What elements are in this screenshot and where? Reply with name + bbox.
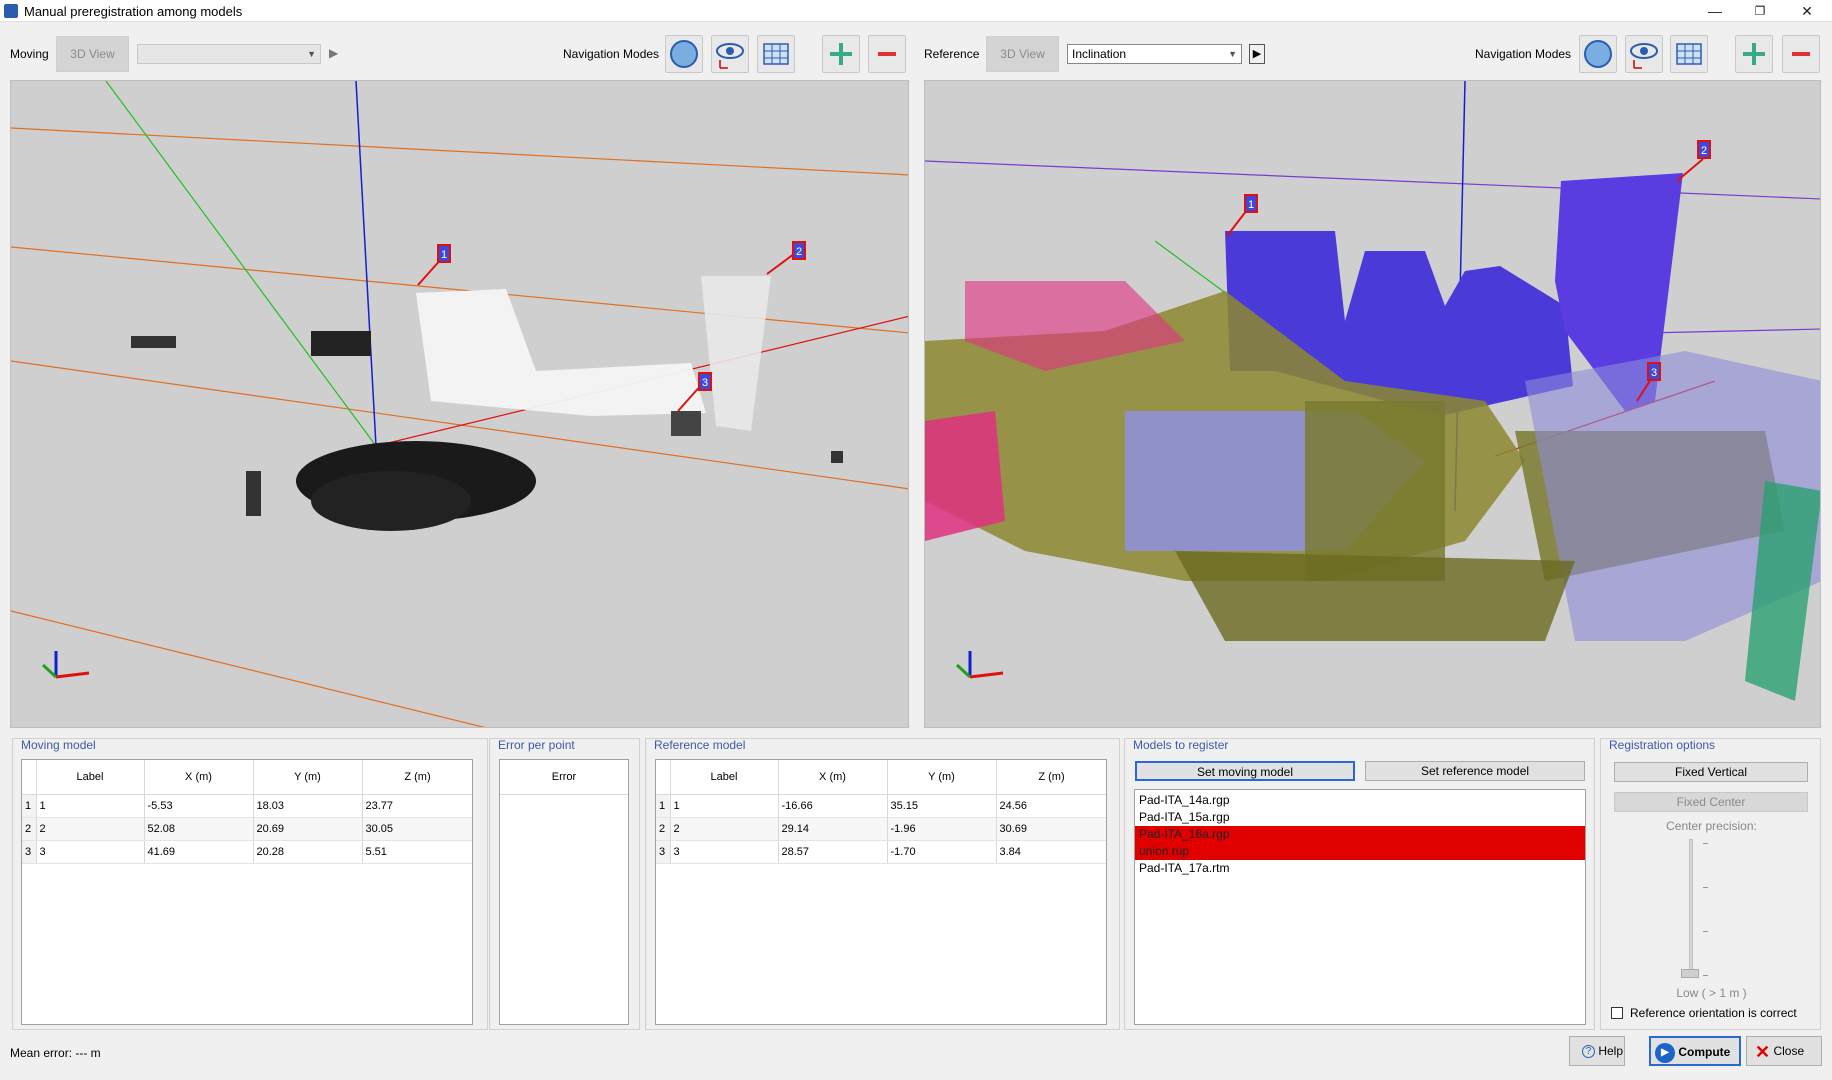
moving-add-point-button[interactable] [822, 35, 860, 73]
list-item[interactable]: union.rup [1135, 843, 1585, 860]
list-item[interactable]: Pad-ITA_15a.rgp [1135, 809, 1585, 826]
table-row[interactable]: 2 2 52.08 20.69 30.05 [22, 817, 472, 841]
col-z[interactable]: Z (m) [362, 760, 472, 795]
play-circle-icon: ▶ [1655, 1042, 1675, 1063]
moving-point-cloud: 1 2 3 [11, 81, 908, 727]
col-x[interactable]: X (m) [778, 760, 888, 795]
error-per-point-group: Error per point Error [489, 738, 640, 1030]
sphere-icon [1584, 40, 1612, 68]
table-row[interactable]: 1 1 -16.66 35.15 24.56 [656, 794, 1106, 818]
moving-3d-viewport[interactable]: 1 2 3 [10, 80, 909, 728]
moving-3d-view-button[interactable]: 3D View [56, 36, 129, 72]
close-window-button[interactable]: ✕ [1792, 2, 1822, 20]
moving-nav-label: Navigation Modes [563, 47, 660, 61]
list-item[interactable]: Pad-ITA_16a.rgp [1135, 826, 1585, 843]
reference-orientation-label: Reference orientation is correct [1630, 1006, 1797, 1020]
slider-handle[interactable] [1681, 969, 1699, 978]
error-table[interactable]: Error [499, 759, 629, 1025]
moving-model-group: Moving model Label X (m) Y (m) Z (m) 11-… [12, 738, 488, 1030]
center-precision-slider[interactable] [1689, 839, 1693, 975]
reference-color-dropdown[interactable]: Inclination ▼ [1067, 44, 1242, 64]
orbit-mode-button[interactable] [665, 35, 703, 73]
models-list[interactable]: Pad-ITA_14a.rgp Pad-ITA_15a.rgp Pad-ITA_… [1134, 789, 1586, 1025]
registration-options-group: Registration options Fixed Vertical Fixe… [1600, 738, 1821, 1030]
reference-label: Reference [924, 47, 980, 61]
list-item[interactable]: Pad-ITA_14a.rgp [1135, 792, 1585, 809]
chevron-down-icon: ▼ [1228, 49, 1237, 59]
center-precision-label: Center precision: [1666, 819, 1757, 833]
table-row[interactable]: 2 2 29.14 -1.96 30.69 [656, 817, 1106, 841]
reference-3d-view-button[interactable]: 3D View [986, 36, 1059, 72]
plus-icon [1743, 43, 1765, 65]
chevron-down-icon: ▼ [307, 49, 316, 59]
eye-icon [716, 43, 744, 69]
set-moving-model-button[interactable]: Set moving model [1135, 761, 1355, 781]
fixed-vertical-button[interactable]: Fixed Vertical [1614, 762, 1808, 782]
help-button[interactable]: ? Help [1569, 1036, 1625, 1066]
col-z[interactable]: Z (m) [996, 760, 1106, 795]
col-x[interactable]: X (m) [144, 760, 254, 795]
app-icon [4, 4, 18, 18]
play-arrow-icon[interactable]: ▶ [1249, 44, 1265, 64]
list-item[interactable]: Pad-ITA_17a.rtm [1135, 860, 1585, 877]
grid-view-icon [763, 43, 789, 65]
reference-orientation-checkbox[interactable] [1611, 1007, 1623, 1019]
maximize-button[interactable]: ❐ [1745, 2, 1775, 20]
col-y[interactable]: Y (m) [253, 760, 363, 795]
col-label[interactable]: Label [670, 760, 779, 795]
close-icon: ✕ [1755, 1041, 1771, 1062]
reference-model-group: Reference model Label X (m) Y (m) Z (m) … [645, 738, 1120, 1030]
window-title: Manual preregistration among models [24, 4, 243, 19]
reference-nav-label: Navigation Modes [1475, 47, 1572, 61]
error-per-point-title: Error per point [498, 738, 575, 752]
reference-point-cloud: 1 2 3 [925, 81, 1820, 701]
title-bar: Manual preregistration among models — ❐ … [0, 0, 1832, 22]
reference-marker-2[interactable]: 2 [1701, 145, 1707, 157]
ref-walk-mode-button[interactable] [1625, 35, 1663, 73]
set-reference-model-button[interactable]: Set reference model [1365, 761, 1585, 781]
minimize-button[interactable]: — [1700, 2, 1730, 20]
reference-marker-3[interactable]: 3 [1651, 367, 1657, 379]
moving-model-table[interactable]: Label X (m) Y (m) Z (m) 1 1 -5.53 18.03 23.7… [21, 759, 473, 1025]
table-row[interactable]: 1 1 -5.53 18.03 23.77 [22, 794, 472, 818]
grid-view-icon [1676, 43, 1702, 65]
eye-icon [1630, 43, 1658, 69]
reference-add-point-button[interactable] [1735, 35, 1773, 73]
registration-options-title: Registration options [1609, 738, 1716, 752]
table-row[interactable]: 3 3 28.57 -1.70 3.84 [656, 840, 1106, 864]
plus-icon [830, 43, 852, 65]
reference-model-title: Reference model [654, 738, 746, 752]
moving-model-title: Moving model [21, 738, 96, 752]
moving-marker-3[interactable]: 3 [702, 377, 708, 389]
moving-remove-point-button[interactable] [868, 35, 906, 73]
precision-value: Low ( > 1 m ) [1676, 986, 1747, 1000]
col-label[interactable]: Label [36, 760, 145, 795]
reference-model-table[interactable]: Label X (m) Y (m) Z (m) 1 1 -16.66 35.15 24.… [655, 759, 1107, 1025]
ref-plan-mode-button[interactable] [1670, 35, 1708, 73]
reference-remove-point-button[interactable] [1782, 35, 1820, 73]
col-error[interactable]: Error [500, 760, 628, 795]
compute-button[interactable]: ▶ Compute [1649, 1036, 1741, 1066]
walk-mode-button[interactable] [711, 35, 749, 73]
col-y[interactable]: Y (m) [887, 760, 997, 795]
moving-label: Moving [10, 47, 49, 61]
table-row[interactable]: 3 3 41.69 20.28 5.51 [22, 840, 472, 864]
fixed-center-button[interactable]: Fixed Center [1614, 792, 1808, 812]
sphere-icon [670, 40, 698, 68]
minus-icon [1792, 52, 1810, 56]
models-to-register-group: Models to register Set moving model Set … [1124, 738, 1595, 1030]
moving-model-dropdown[interactable]: ▼ [137, 44, 321, 64]
moving-marker-1[interactable]: 1 [441, 249, 447, 261]
reference-3d-viewport[interactable]: 1 2 3 [924, 80, 1821, 728]
moving-marker-2[interactable]: 2 [796, 246, 802, 258]
ref-orbit-mode-button[interactable] [1579, 35, 1617, 73]
close-button[interactable]: ✕ Close [1746, 1036, 1822, 1066]
reference-marker-1[interactable]: 1 [1248, 199, 1254, 211]
mean-error-text: Mean error: --- m [10, 1046, 101, 1060]
help-icon: ? [1582, 1045, 1595, 1059]
minus-icon [878, 52, 896, 56]
plan-mode-button[interactable] [757, 35, 795, 73]
play-arrow-icon[interactable]: ▶ [329, 46, 338, 60]
models-to-register-title: Models to register [1133, 738, 1229, 752]
